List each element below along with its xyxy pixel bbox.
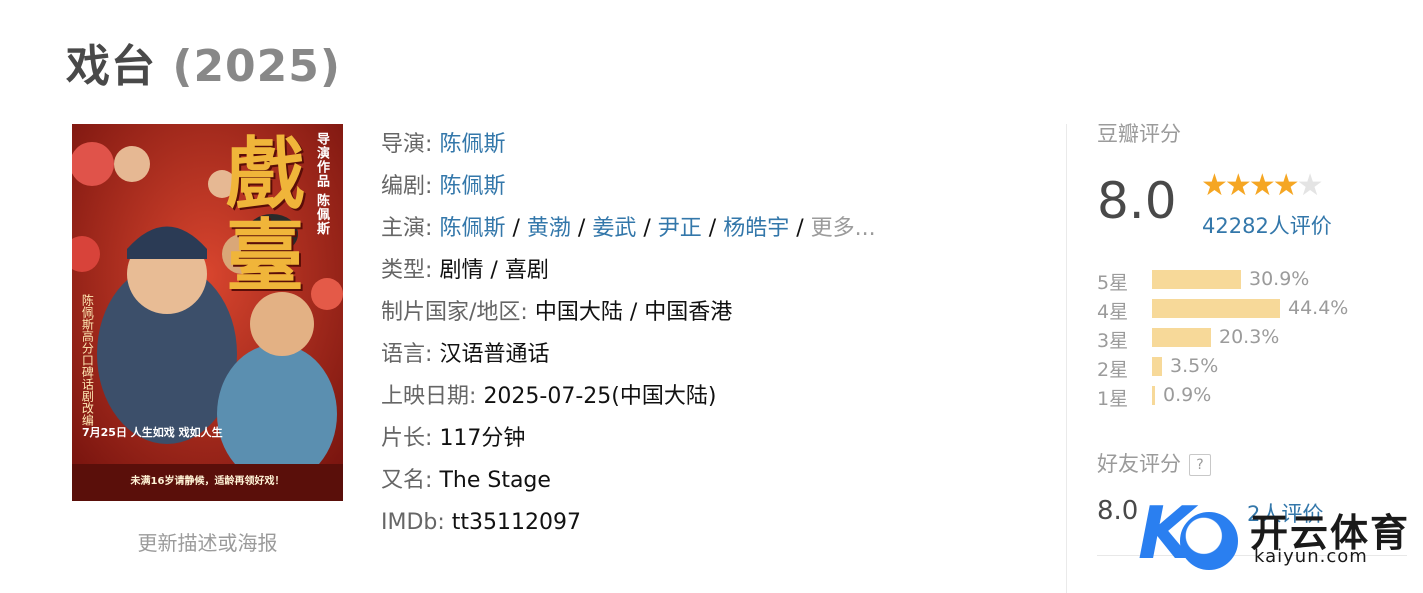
cast-label: 主演 — [381, 216, 426, 241]
writer-row: 编剧: 陈佩斯 — [381, 166, 876, 208]
aka-row: 又名: The Stage — [381, 460, 876, 502]
star-icon: ★ — [1272, 168, 1300, 203]
separator: / — [796, 216, 804, 241]
imdb-label: IMDb — [381, 510, 438, 535]
country-row: 制片国家/地区: 中国大陆 / 中国香港 — [381, 292, 876, 334]
update-description-link[interactable]: 更新描述或海报 — [72, 527, 343, 556]
colon: : — [469, 384, 477, 409]
help-icon[interactable]: ? — [1189, 454, 1211, 476]
separator: / — [577, 216, 586, 241]
genre-value: 剧情 / 喜剧 — [439, 258, 549, 283]
director-label: 导演 — [381, 132, 426, 157]
friends-score: 8.0 — [1097, 496, 1139, 526]
dist-percent: 44.4% — [1288, 297, 1349, 319]
separator: / — [512, 216, 520, 241]
page-title: 戏台 (2025) — [66, 30, 341, 94]
dist-percent: 20.3% — [1219, 326, 1280, 348]
movie-poster[interactable]: 戲臺 导演作品 陈佩斯 陈佩斯高分口碑话剧改编 7月25日 人生如戏 戏如人生 … — [72, 124, 343, 501]
soccer-ball-icon — [1180, 512, 1238, 570]
rating-stars: ★★★★★ — [1201, 168, 1324, 203]
runtime-label: 片长 — [381, 426, 426, 451]
movie-info: 导演: 陈佩斯 编剧: 陈佩斯 主演: 陈佩斯 / 黄渤 / 姜武 / 尹正 /… — [381, 124, 876, 544]
poster-director-credit: 导演作品 陈佩斯 — [314, 132, 329, 236]
poster-title-art: 戲臺 — [225, 129, 304, 302]
colon: : — [520, 300, 528, 325]
dist-label: 1星 — [1097, 388, 1129, 410]
cast-link[interactable]: 尹正 — [658, 216, 702, 241]
language-label: 语言 — [381, 342, 426, 367]
country-value: 中国大陆 / 中国香港 — [534, 300, 733, 325]
imdb-row: IMDb: tt35112097 — [381, 502, 876, 544]
rating-title: 豆瓣评分 — [1097, 122, 1181, 146]
dist-label: 4星 — [1097, 301, 1129, 323]
colon: : — [425, 342, 433, 367]
dist-bar — [1152, 328, 1211, 347]
runtime-value: 117分钟 — [439, 426, 526, 451]
separator: / — [643, 216, 651, 241]
dist-label: 5星 — [1097, 272, 1129, 294]
cast-link[interactable]: 杨皓宇 — [723, 216, 789, 241]
colon: : — [425, 468, 433, 493]
colon: : — [425, 426, 433, 451]
movie-year: (2025) — [172, 41, 342, 92]
dist-bar — [1152, 299, 1280, 318]
language-value: 汉语普通话 — [439, 342, 550, 367]
genre-row: 类型: 剧情 / 喜剧 — [381, 250, 876, 292]
language-row: 语言: 汉语普通话 — [381, 334, 876, 376]
dist-label: 3星 — [1097, 330, 1129, 352]
rating-panel: 豆瓣评分 8.0 ★★★★★ 42282人评价 5星 30.9% 4星 44.4… — [1097, 118, 1407, 556]
dist-percent: 3.5% — [1170, 355, 1219, 377]
star-icon: ★ — [1224, 168, 1252, 203]
runtime-row: 片长: 117分钟 — [381, 418, 876, 460]
dist-label: 2星 — [1097, 359, 1129, 381]
dist-bar — [1152, 386, 1155, 405]
friends-rating: 好友评分? — [1097, 448, 1211, 478]
cast-link[interactable]: 陈佩斯 — [439, 216, 505, 241]
friends-rating-title: 好友评分 — [1097, 452, 1181, 476]
cast-more-link[interactable]: 更多... — [811, 216, 876, 241]
colon: : — [425, 132, 433, 157]
colon: : — [425, 174, 433, 199]
watermark-logo: K 开云体育 kaiyun.com — [1138, 494, 1418, 574]
section-divider — [1066, 124, 1067, 593]
star-icon: ★ — [1201, 168, 1228, 203]
dist-bar — [1152, 357, 1162, 376]
colon: : — [437, 510, 445, 535]
dist-percent: 30.9% — [1249, 268, 1310, 290]
writer-label: 编剧 — [381, 174, 426, 199]
aka-label: 又名 — [381, 468, 426, 493]
dist-bar — [1152, 270, 1241, 289]
watermark-en: kaiyun.com — [1254, 546, 1368, 567]
country-label: 制片国家/地区 — [381, 300, 521, 325]
star-icon: ★ — [1248, 168, 1276, 203]
poster-bottom-text: 未满16岁请静候，适龄再领好戏！ — [130, 476, 285, 487]
cast-link[interactable]: 黄渤 — [527, 216, 571, 241]
release-row: 上映日期: 2025-07-25(中国大陆) — [381, 376, 876, 418]
poster-tagline: 陈佩斯高分口碑话剧改编 — [80, 294, 95, 426]
colon: : — [425, 216, 433, 241]
director-link[interactable]: 陈佩斯 — [439, 132, 505, 157]
imdb-value: tt35112097 — [451, 510, 582, 535]
separator: / — [708, 216, 717, 241]
colon: : — [425, 258, 433, 283]
aka-value: The Stage — [439, 468, 551, 493]
director-row: 导演: 陈佩斯 — [381, 124, 876, 166]
star-empty-icon: ★ — [1296, 168, 1324, 203]
release-label: 上映日期 — [381, 384, 470, 409]
dist-percent: 0.9% — [1163, 384, 1212, 406]
rating-score: 8.0 — [1097, 172, 1177, 230]
movie-title: 戏台 — [66, 41, 156, 92]
cast-row: 主演: 陈佩斯 / 黄渤 / 姜武 / 尹正 / 杨皓宇 / 更多... — [381, 208, 876, 250]
genre-label: 类型 — [381, 258, 426, 283]
rating-votes-link[interactable]: 42282人评价 — [1202, 210, 1332, 240]
poster-release-text: 7月25日 人生如戏 戏如人生 — [82, 426, 223, 439]
writer-link[interactable]: 陈佩斯 — [439, 174, 505, 199]
cast-link[interactable]: 姜武 — [592, 216, 636, 241]
release-value: 2025-07-25(中国大陆) — [483, 384, 717, 409]
